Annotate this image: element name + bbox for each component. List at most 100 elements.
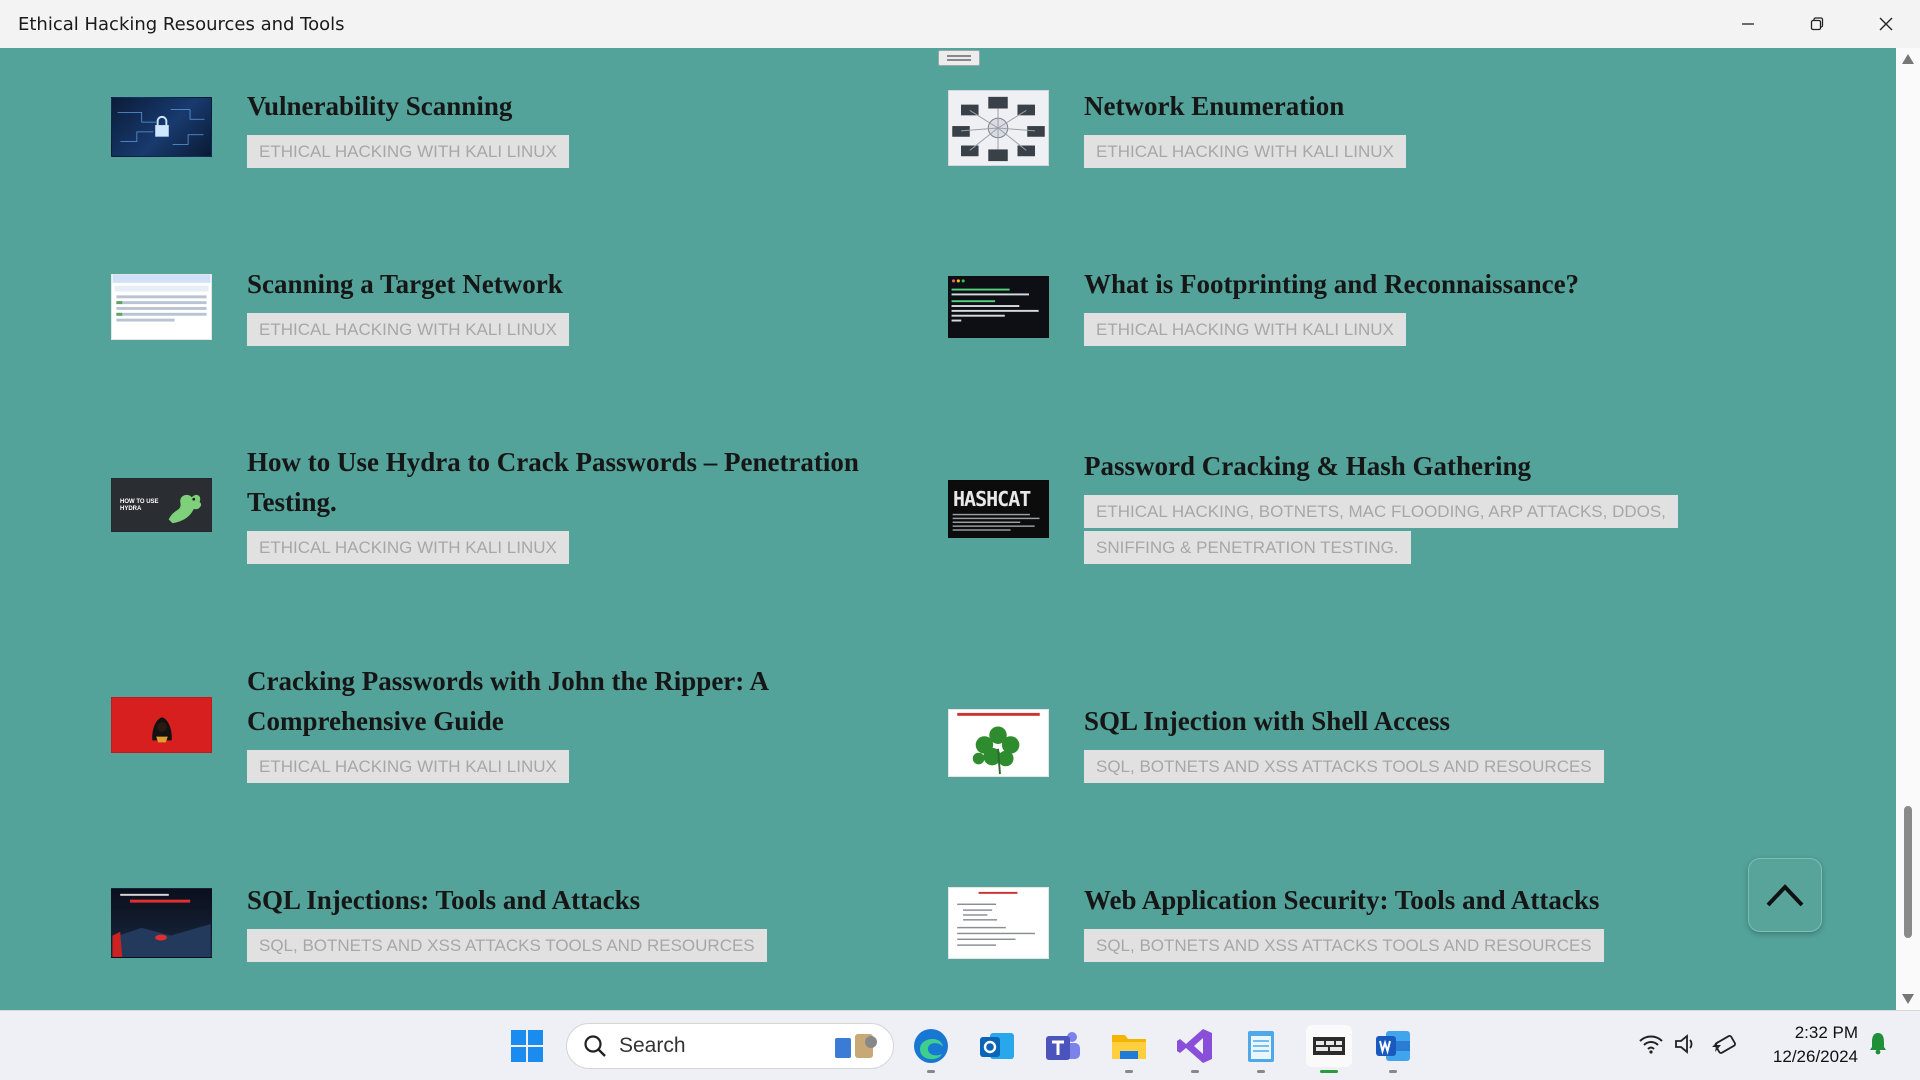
article-card[interactable]: What is Footprinting and Reconnaissance?… [948, 264, 1748, 384]
battery-charging-icon [1712, 1035, 1736, 1054]
taskbar-active-app[interactable] [1306, 1025, 1352, 1073]
teams-icon [1046, 1032, 1080, 1060]
sql-hacker-image [112, 893, 211, 957]
article-thumbnail[interactable]: HOW TO USE HYDRA [111, 478, 212, 532]
article-category-tag[interactable]: ETHICAL HACKING WITH KALI LINUX [247, 749, 569, 785]
article-category-tag[interactable]: SQL, BOTNETS AND XSS ATTACKS TOOLS AND R… [1084, 928, 1604, 964]
vertical-scrollbar[interactable] [1896, 48, 1920, 1010]
clock-time: 2:32 PM [1794, 1023, 1858, 1042]
visual-studio-icon [1177, 1029, 1212, 1063]
taskbar-visual-studio[interactable] [1174, 1025, 1216, 1073]
taskbar-clock[interactable]: 2:32 PM 12/26/2024 [1758, 1021, 1858, 1069]
search-label: Search [619, 1034, 686, 1057]
article-thumbnail[interactable] [948, 709, 1049, 777]
scrollbar-thumb[interactable] [1904, 806, 1912, 938]
article-category-tag[interactable]: ETHICAL HACKING WITH KALI LINUX [1084, 312, 1406, 348]
article-category-tag[interactable]: ETHICAL HACKING WITH KALI LINUX [247, 134, 569, 170]
article-title[interactable]: What is Footprinting and Reconnaissance? [1084, 264, 1724, 304]
scroll-up-arrow-icon[interactable] [1902, 54, 1914, 64]
article-card[interactable]: Cracking Passwords with John the Ripper:… [111, 661, 911, 821]
article-card[interactable]: Scanning a Target Network ETHICAL HACKIN… [111, 264, 911, 384]
article-card[interactable]: SQL Injection with Shell Access SQL, BOT… [948, 701, 1748, 821]
taskbar-teams[interactable] [1042, 1025, 1084, 1067]
article-thumbnail[interactable] [948, 276, 1049, 338]
wifi-icon [1639, 1035, 1663, 1054]
article-card[interactable]: Vulnerability Scanning ETHICAL HACKING W… [111, 86, 911, 206]
volume-tray[interactable] [1674, 1033, 1698, 1061]
article-category-tag[interactable]: ETHICAL HACKING WITH KALI LINUX [1084, 134, 1406, 170]
minimize-icon [1741, 23, 1754, 25]
restore-button[interactable] [1782, 0, 1851, 48]
folder-icon [1112, 1035, 1146, 1059]
hooded-figure-image [152, 717, 172, 743]
word-icon [1376, 1031, 1410, 1061]
bell-icon [1870, 1033, 1886, 1055]
search-icon [584, 1035, 606, 1057]
article-thumbnail[interactable]: HASHCAT [948, 480, 1049, 538]
article-thumbnail[interactable] [111, 97, 212, 157]
title-bar: Ethical Hacking Resources and Tools [0, 0, 1920, 48]
article-category-tag[interactable]: SQL, BOTNETS AND XSS ATTACKS TOOLS AND R… [247, 928, 767, 964]
web-security-slide-image [957, 891, 1035, 946]
running-indicator [927, 1070, 935, 1073]
running-indicator [1125, 1070, 1133, 1073]
windows-logo-icon [511, 1030, 543, 1062]
article-title[interactable]: Web Application Security: Tools and Atta… [1084, 880, 1724, 920]
article-thumbnail[interactable] [948, 90, 1049, 166]
scanner-window-image [112, 275, 211, 322]
article-title[interactable]: SQL Injections: Tools and Attacks [247, 880, 887, 920]
edge-browser-icon [914, 1029, 948, 1063]
minimize-button[interactable] [1713, 0, 1782, 48]
back-to-top-button[interactable] [1748, 858, 1822, 932]
article-category-tag[interactable]: ETHICAL HACKING WITH KALI LINUX [247, 530, 569, 566]
article-category-tag[interactable]: SQL, BOTNETS AND XSS ATTACKS TOOLS AND R… [1084, 749, 1604, 785]
article-card[interactable]: Web Application Security: Tools and Atta… [948, 880, 1748, 1000]
article-title[interactable]: Scanning a Target Network [247, 264, 887, 304]
taskbar-outlook[interactable] [976, 1025, 1018, 1067]
battery-tray[interactable] [1710, 1033, 1738, 1061]
taskbar-word[interactable] [1372, 1025, 1414, 1073]
hydra-serpent-image [168, 494, 202, 524]
article-title[interactable]: Vulnerability Scanning [247, 86, 887, 126]
taskbar-notepad[interactable] [1240, 1025, 1282, 1073]
article-thumbnail[interactable] [948, 887, 1049, 959]
article-thumbnail[interactable] [111, 274, 212, 340]
network-computers-image [952, 96, 1045, 162]
article-card[interactable]: HOW TO USE HYDRA How to Use Hydra to Cra… [111, 442, 911, 602]
chevron-up-icon [1766, 884, 1804, 907]
article-thumbnail[interactable] [111, 697, 212, 753]
taskbar-edge[interactable] [910, 1025, 952, 1073]
sql-injection-leaf-image [957, 712, 1040, 775]
article-card[interactable]: Network Enumeration ETHICAL HACKING WITH… [948, 86, 1748, 206]
hashcat-terminal-image [952, 513, 1040, 531]
running-indicator [1257, 1070, 1265, 1073]
terminal-image [951, 279, 1039, 322]
app-window-icon [1313, 1037, 1345, 1055]
article-category-tag[interactable]: ETHICAL HACKING, BOTNETS, MAC FLOODING, … [1084, 494, 1684, 566]
article-title[interactable]: Password Cracking & Hash Gathering [1084, 446, 1724, 486]
taskbar-file-explorer[interactable] [1108, 1025, 1150, 1073]
article-title[interactable]: SQL Injection with Shell Access [1084, 701, 1724, 741]
drag-handle[interactable] [938, 50, 980, 66]
article-title[interactable]: Network Enumeration [1084, 86, 1724, 126]
notifications-tray[interactable] [1868, 1031, 1888, 1061]
outlook-icon [980, 1033, 1014, 1059]
padlock-circuit-image [117, 109, 205, 145]
speaker-icon [1675, 1034, 1693, 1054]
running-indicator [1191, 1070, 1199, 1073]
clock-date: 12/26/2024 [1772, 1047, 1858, 1066]
wifi-tray[interactable] [1638, 1033, 1664, 1061]
article-category-tag[interactable]: ETHICAL HACKING WITH KALI LINUX [247, 312, 569, 348]
article-grid: Vulnerability Scanning ETHICAL HACKING W… [0, 48, 1896, 1010]
close-button[interactable] [1851, 0, 1920, 48]
article-card[interactable]: HASHCAT Password Cracking & Hash Gatheri… [948, 446, 1748, 606]
start-button[interactable] [506, 1025, 548, 1067]
taskbar-search[interactable]: Search [566, 1023, 894, 1069]
article-thumbnail[interactable] [111, 888, 212, 958]
running-indicator [1389, 1070, 1397, 1073]
article-title[interactable]: How to Use Hydra to Crack Passwords – Pe… [247, 442, 887, 522]
scroll-down-arrow-icon[interactable] [1902, 994, 1914, 1004]
article-card[interactable]: SQL Injections: Tools and Attacks SQL, B… [111, 880, 911, 1000]
search-highlight-icon [835, 1034, 877, 1058]
article-title[interactable]: Cracking Passwords with John the Ripper:… [247, 661, 887, 741]
